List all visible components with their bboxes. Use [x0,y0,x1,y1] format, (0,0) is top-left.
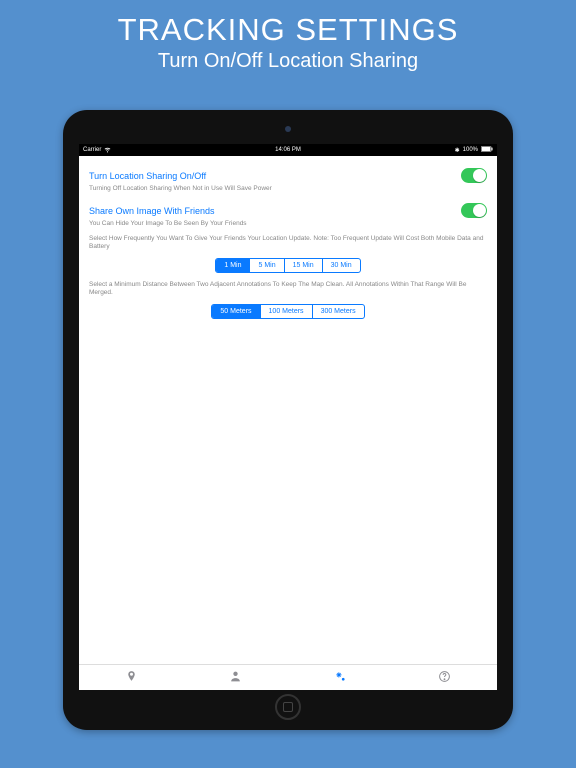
gears-icon [334,670,347,685]
share-image-label: Share Own Image With Friends [89,206,215,216]
tab-settings[interactable] [288,665,393,690]
pin-icon [125,670,138,685]
wifi-icon [104,146,111,155]
tablet-frame: Carrier 14:06 PM ✱ 100% Turn Location Sh… [63,110,513,730]
bluetooth-icon: ✱ [455,147,460,154]
hero-banner: TRACKING SETTINGS Turn On/Off Location S… [0,0,576,73]
battery-label: 100% [463,147,478,153]
location-sharing-row: Turn Location Sharing On/Off [89,164,487,185]
frequency-desc: Select How Frequently You Want To Give Y… [89,235,487,252]
hero-subtitle: Turn On/Off Location Sharing [0,50,576,73]
share-image-toggle[interactable] [461,203,487,218]
carrier-label: Carrier [83,147,101,153]
location-sharing-desc: Turning Off Location Sharing When Not in… [89,185,487,193]
frequency-segmented[interactable]: 1 Min 5 Min 15 Min 30 Min [215,258,360,273]
dist-opt-0[interactable]: 50 Meters [212,305,260,318]
clock: 14:06 PM [275,147,301,153]
tab-friends[interactable] [184,665,289,690]
battery-icon [481,146,493,154]
share-image-row: Share Own Image With Friends [89,199,487,220]
tab-help[interactable] [393,665,498,690]
share-image-desc: You Can Hide Your Image To Be Seen By Yo… [89,220,487,228]
freq-opt-2[interactable]: 15 Min [285,259,323,272]
tab-map[interactable] [79,665,184,690]
dist-opt-2[interactable]: 300 Meters [313,305,364,318]
person-icon [229,670,242,685]
freq-opt-3[interactable]: 30 Min [323,259,360,272]
freq-opt-1[interactable]: 5 Min [250,259,284,272]
dist-opt-1[interactable]: 100 Meters [261,305,313,318]
settings-content: Turn Location Sharing On/Off Turning Off… [79,156,497,664]
screen: Carrier 14:06 PM ✱ 100% Turn Location Sh… [79,144,497,690]
distance-segmented[interactable]: 50 Meters 100 Meters 300 Meters [211,304,364,319]
freq-opt-0[interactable]: 1 Min [216,259,250,272]
camera-dot [285,126,291,132]
hero-title: TRACKING SETTINGS [0,12,576,48]
help-icon [438,670,451,685]
distance-desc: Select a Minimum Distance Between Two Ad… [89,281,487,298]
location-sharing-label: Turn Location Sharing On/Off [89,171,206,181]
tab-bar [79,664,497,690]
status-bar: Carrier 14:06 PM ✱ 100% [79,144,497,156]
location-sharing-toggle[interactable] [461,168,487,183]
home-button[interactable] [275,694,301,720]
